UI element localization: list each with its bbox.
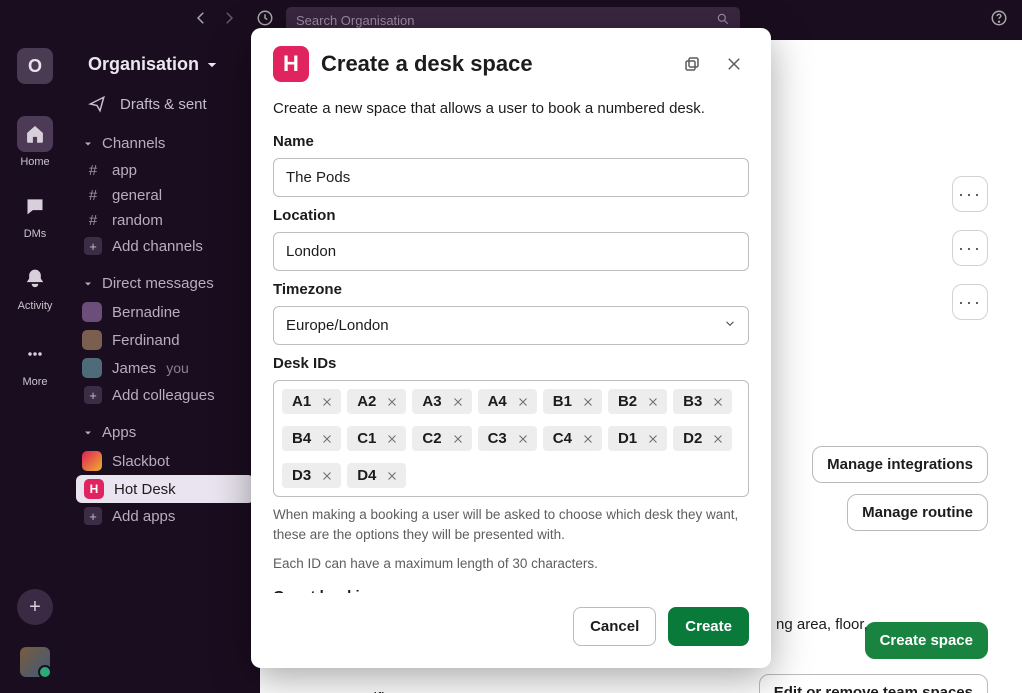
desk-id-chip[interactable]: A3	[412, 389, 471, 414]
desk-id-chip[interactable]: D2	[673, 426, 732, 451]
chip-remove-icon[interactable]	[515, 431, 531, 447]
chip-label: D4	[357, 467, 376, 484]
desk-id-chip[interactable]: B2	[608, 389, 667, 414]
desk-help-2: Each ID can have a maximum length of 30 …	[273, 554, 749, 574]
chip-remove-icon[interactable]	[384, 431, 400, 447]
desk-id-chip[interactable]: C1	[347, 426, 406, 451]
chip-remove-icon[interactable]	[645, 431, 661, 447]
chip-remove-icon[interactable]	[450, 394, 466, 410]
create-desk-space-modal: H Create a desk space Create a new space…	[251, 28, 771, 668]
chip-label: A1	[292, 393, 311, 410]
chip-label: C3	[488, 430, 507, 447]
guest-booking-label: Guest booking	[273, 588, 749, 593]
chip-label: D3	[292, 467, 311, 484]
chip-label: A2	[357, 393, 376, 410]
chip-remove-icon[interactable]	[319, 468, 335, 484]
chip-remove-icon[interactable]	[580, 431, 596, 447]
desk-id-chip[interactable]: A2	[347, 389, 406, 414]
chip-label: A4	[488, 393, 507, 410]
desk-ids-label: Desk IDs	[273, 355, 749, 372]
create-button[interactable]: Create	[668, 607, 749, 646]
chip-label: C4	[553, 430, 572, 447]
timezone-select[interactable]	[273, 306, 749, 345]
chip-remove-icon[interactable]	[710, 431, 726, 447]
desk-id-chip[interactable]: B1	[543, 389, 602, 414]
desk-id-chip[interactable]: B4	[282, 426, 341, 451]
chip-label: D1	[618, 430, 637, 447]
chip-remove-icon[interactable]	[580, 394, 596, 410]
name-input[interactable]	[273, 158, 749, 197]
location-label: Location	[273, 207, 749, 224]
modal-title: Create a desk space	[321, 51, 665, 77]
desk-id-chip[interactable]: D3	[282, 463, 341, 488]
chip-remove-icon[interactable]	[450, 431, 466, 447]
chip-label: C2	[422, 430, 441, 447]
chip-label: B2	[618, 393, 637, 410]
desk-ids-input[interactable]: A1 A2 A3 A4 B1 B2 B3 B4 C1 C2 C3 C4 D1 D2 D3 D4	[273, 380, 749, 497]
cancel-button[interactable]: Cancel	[573, 607, 656, 646]
chip-label: B4	[292, 430, 311, 447]
name-label: Name	[273, 133, 749, 150]
popout-button[interactable]	[677, 49, 707, 79]
chip-remove-icon[interactable]	[384, 468, 400, 484]
chip-label: B1	[553, 393, 572, 410]
chip-label: D2	[683, 430, 702, 447]
chip-remove-icon[interactable]	[710, 394, 726, 410]
app-logo: H	[273, 46, 309, 82]
desk-help-1: When making a booking a user will be ask…	[273, 505, 749, 546]
modal-lead: Create a new space that allows a user to…	[273, 100, 749, 117]
chip-remove-icon[interactable]	[319, 394, 335, 410]
modal-overlay: H Create a desk space Create a new space…	[0, 0, 1022, 693]
chip-remove-icon[interactable]	[384, 394, 400, 410]
desk-id-chip[interactable]: C4	[543, 426, 602, 451]
chip-remove-icon[interactable]	[645, 394, 661, 410]
desk-id-chip[interactable]: D1	[608, 426, 667, 451]
desk-id-chip[interactable]: C2	[412, 426, 471, 451]
desk-id-chip[interactable]: A4	[478, 389, 537, 414]
desk-id-chip[interactable]: B3	[673, 389, 732, 414]
chip-remove-icon[interactable]	[515, 394, 531, 410]
location-input[interactable]	[273, 232, 749, 271]
desk-id-chip[interactable]: C3	[478, 426, 537, 451]
desk-id-chip[interactable]: A1	[282, 389, 341, 414]
chip-label: C1	[357, 430, 376, 447]
chip-label: B3	[683, 393, 702, 410]
chip-remove-icon[interactable]	[319, 431, 335, 447]
timezone-label: Timezone	[273, 281, 749, 298]
desk-id-chip[interactable]: D4	[347, 463, 406, 488]
chip-label: A3	[422, 393, 441, 410]
close-button[interactable]	[719, 49, 749, 79]
